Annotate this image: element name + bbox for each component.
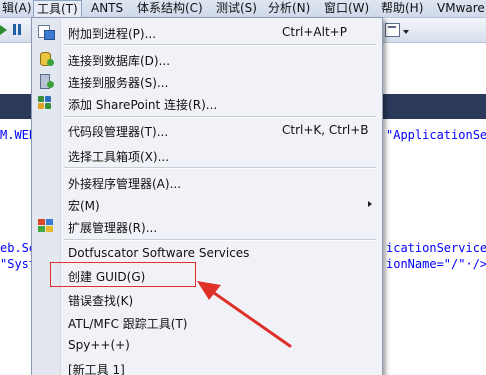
- menu-item-dotfuscator[interactable]: Dotfuscator Software Services: [32, 242, 382, 264]
- menu-ants[interactable]: ANTS: [91, 1, 123, 16]
- toolbar-window-icon[interactable]: [385, 23, 400, 37]
- menu-item-label: Dotfuscator Software Services: [68, 246, 250, 260]
- attach-process-icon: [38, 25, 55, 40]
- menu-separator: [64, 44, 376, 46]
- menu-item-label: 宏(M): [68, 199, 100, 213]
- menu-bar: 辑(A) 工具(T) ANTS 体系结构(C) 测试(S) 分析(N) 窗口(W…: [0, 0, 486, 18]
- start-debug-icon[interactable]: [0, 25, 7, 35]
- menu-edit[interactable]: 辑(A): [2, 1, 32, 16]
- annotation-arrow-icon: [197, 281, 292, 348]
- pause-icon[interactable]: [13, 24, 25, 36]
- menu-item-label: 扩展管理器(R)...: [68, 221, 158, 235]
- menu-analyze[interactable]: 分析(N): [268, 1, 310, 16]
- menu-window[interactable]: 窗口(W): [324, 1, 369, 16]
- menu-separator: [64, 239, 376, 241]
- menu-item-connect-server[interactable]: 连接到服务器(S)...: [32, 70, 382, 92]
- menu-tools[interactable]: 工具(T): [33, 0, 82, 18]
- database-connect-icon: [38, 52, 54, 66]
- server-connect-icon: [38, 74, 54, 89]
- sharepoint-icon: [38, 96, 54, 110]
- submenu-chevron-right-icon: [368, 201, 372, 207]
- menu-item-extension-manager[interactable]: 扩展管理器(R)...: [32, 215, 382, 237]
- menu-separator: [64, 167, 376, 169]
- menu-item-choose-toolbox-items[interactable]: 选择工具箱项(X)...: [32, 144, 382, 166]
- menu-item-label: 连接到服务器(S)...: [68, 76, 169, 90]
- annotation-highlight-box: [50, 262, 196, 287]
- menu-item-label: ATL/MFC 跟踪工具(T): [68, 317, 188, 331]
- menu-item-label: 选择工具箱项(X)...: [68, 150, 170, 164]
- menu-item-label: [新工具 1]: [68, 363, 125, 375]
- menu-item-label: 添加 SharePoint 连接(R)...: [68, 98, 218, 112]
- menu-item-connect-database[interactable]: 连接到数据库(D)...: [32, 48, 382, 70]
- menu-item-label: 外接程序管理器(A)...: [68, 177, 182, 191]
- menu-item-label: 附加到进程(P)...: [68, 27, 157, 41]
- menu-item-label: 代码段管理器(T)...: [68, 125, 169, 139]
- code-line-1-right: "ApplicationSer: [386, 128, 486, 142]
- menu-item-shortcut: Ctrl+K, Ctrl+B: [282, 123, 369, 137]
- menu-item-shortcut: Ctrl+Alt+P: [282, 25, 347, 39]
- menu-item-label: 错误查找(K): [68, 294, 134, 308]
- menu-item-addin-manager[interactable]: 外接程序管理器(A)...: [32, 171, 382, 193]
- menu-item-attach-to-process[interactable]: 附加到进程(P)... Ctrl+Alt+P: [32, 21, 382, 43]
- toolbar-overflow-chevron-down-icon[interactable]: [403, 30, 409, 34]
- code-line-2-right: icationServices: [386, 241, 486, 255]
- code-line-3-right: ionName="/"·/>: [386, 257, 486, 271]
- menu-help[interactable]: 帮助(H): [381, 1, 423, 16]
- menu-vmware[interactable]: VMware: [437, 1, 485, 16]
- menu-item-new-tool-1[interactable]: [新工具 1]: [32, 357, 382, 375]
- menu-architecture[interactable]: 体系结构(C): [137, 1, 203, 16]
- menu-test[interactable]: 测试(S): [216, 1, 257, 16]
- menu-separator: [64, 116, 376, 118]
- menu-item-macros[interactable]: 宏(M): [32, 193, 382, 215]
- menu-item-label: Spy++(+): [68, 338, 130, 352]
- extension-manager-icon: [38, 219, 54, 233]
- menu-item-add-sharepoint-connection[interactable]: 添加 SharePoint 连接(R)...: [32, 92, 382, 114]
- menu-item-code-snippets-manager[interactable]: 代码段管理器(T)... Ctrl+K, Ctrl+B: [32, 119, 382, 141]
- menu-item-label: 连接到数据库(D)...: [68, 54, 171, 68]
